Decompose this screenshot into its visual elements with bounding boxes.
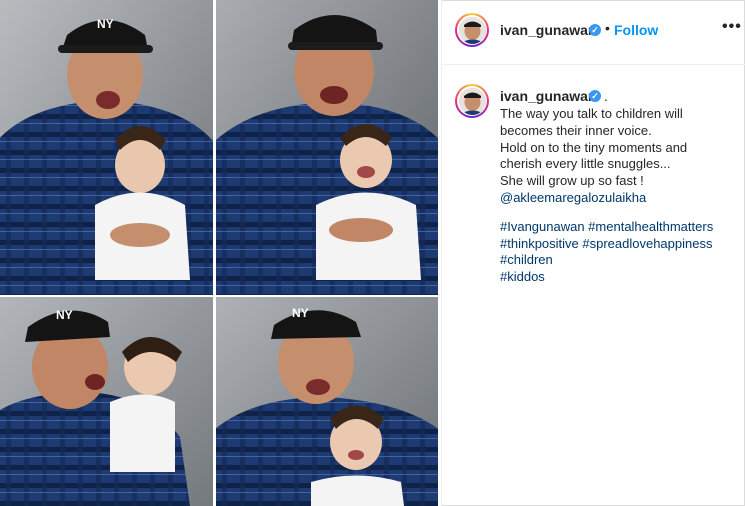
photo-2-art	[216, 0, 438, 295]
header-separator: •	[605, 20, 610, 36]
avatar-inner	[457, 15, 487, 45]
post-header: ivan_gunawan ✓ • Follow •••	[442, 0, 745, 65]
profile-avatar-icon[interactable]	[455, 13, 489, 47]
more-options-icon[interactable]: •••	[722, 18, 742, 36]
verified-badge-icon: ✓	[589, 24, 601, 36]
caption-line: becomes their inner voice.	[500, 122, 652, 138]
photo-1-art: NY	[0, 0, 213, 295]
svg-text:NY: NY	[292, 306, 309, 320]
hashtag-link[interactable]: #kiddos	[500, 269, 740, 286]
post-media-collage[interactable]: NY NY NY	[0, 0, 441, 506]
caption-line: cherish every little snuggles...	[500, 156, 671, 172]
hashtag-link[interactable]: #children	[500, 252, 740, 269]
avatar-face	[458, 16, 486, 44]
avatar-art	[458, 16, 486, 44]
caption-username[interactable]: ivan_gunawan	[500, 88, 596, 104]
header-username[interactable]: ivan_gunawan	[500, 22, 596, 38]
photo-3: NY	[0, 297, 213, 506]
hashtag-link[interactable]: #Ivangunawan #mentalhealthmatters	[500, 219, 740, 236]
post-sidebar: ivan_gunawan ✓ • Follow ••• ivan_gunawan…	[441, 0, 745, 506]
caption-verified-badge-icon: ✓	[589, 90, 601, 102]
mention-link[interactable]: @akleemaregalozulaikha	[500, 190, 740, 207]
caption-avatar-inner	[457, 86, 487, 116]
svg-text:NY: NY	[97, 17, 114, 31]
follow-button[interactable]: Follow	[614, 22, 658, 38]
svg-text:NY: NY	[56, 308, 73, 322]
photo-4: NY	[216, 297, 438, 506]
photo-2	[216, 0, 438, 295]
hashtag-link[interactable]: #thinkpositive #spreadlovehappiness	[500, 236, 740, 253]
caption-line: She will grow up so fast !	[500, 173, 644, 189]
photo-1: NY	[0, 0, 213, 295]
caption-trailing: .	[604, 88, 608, 104]
caption-avatar-icon[interactable]	[455, 84, 489, 118]
post-caption: The way you talk to children will become…	[500, 106, 740, 286]
caption-avatar-art	[458, 87, 486, 115]
caption-line: The way you talk to children will	[500, 106, 683, 121]
photo-4-art: NY	[216, 297, 438, 506]
photo-3-art: NY	[0, 297, 213, 506]
caption-line: Hold on to the tiny moments and	[500, 139, 688, 155]
caption-avatar-face	[458, 87, 486, 115]
